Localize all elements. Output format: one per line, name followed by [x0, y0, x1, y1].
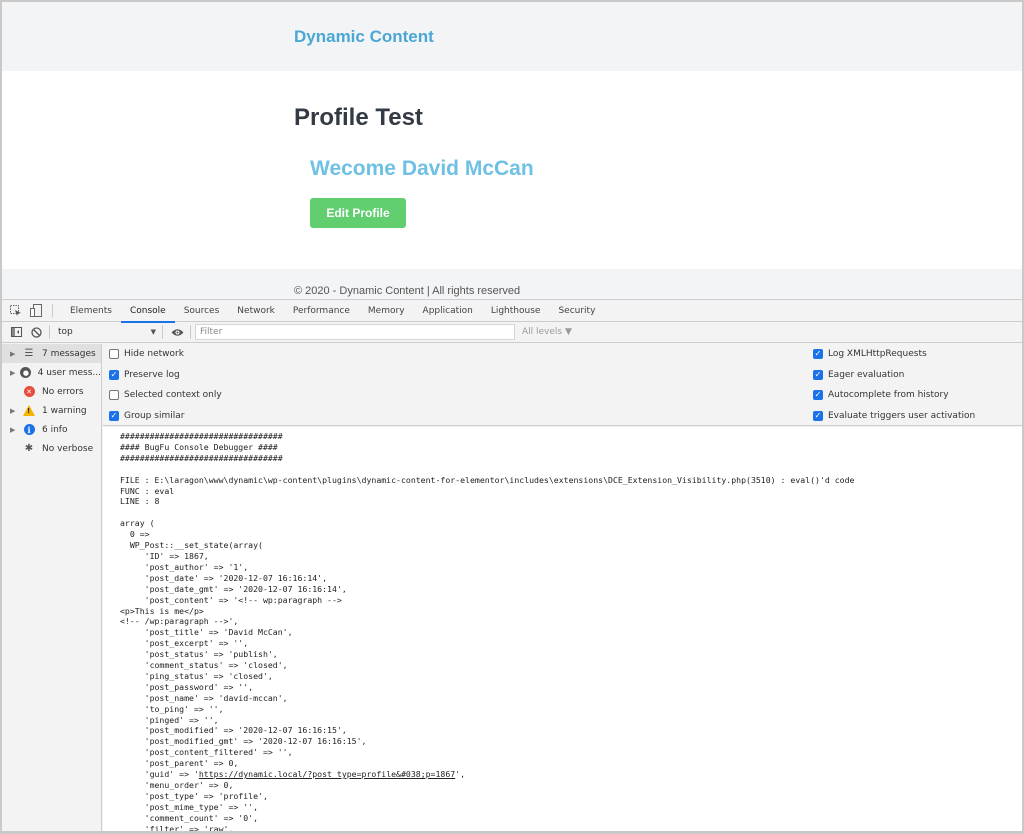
setting-hide-network[interactable]: Hide network — [109, 344, 222, 365]
checkbox-checked[interactable]: ✓ — [813, 390, 823, 401]
user-icon: ● — [19, 367, 32, 379]
tab-network[interactable]: Network — [228, 300, 284, 322]
expand-arrow-icon[interactable]: ▶ — [10, 350, 21, 358]
toolbar-separator — [162, 325, 163, 339]
footer-copyright: © 2020 - Dynamic Content | All rights re… — [294, 285, 521, 297]
checkbox-unchecked[interactable] — [109, 390, 119, 401]
sidebar-item-user[interactable]: ▶ ● 4 user mess... — [2, 363, 101, 382]
setting-label: Hide network — [124, 349, 184, 360]
devtools-tabs: Elements Console Sources Network Performance… — [61, 300, 604, 323]
console-message: ################################# #### B… — [120, 431, 855, 834]
expand-arrow-icon[interactable]: ▶ — [10, 369, 19, 377]
setting-label: Group similar — [124, 410, 185, 421]
sidebar-item-warning[interactable]: ▶! 1 warning — [2, 401, 101, 420]
setting-preserve-log[interactable]: ✓ Preserve log — [109, 365, 222, 386]
dropdown-arrow-icon: ▼ — [150, 328, 156, 336]
checkbox-checked[interactable]: ✓ — [813, 349, 823, 360]
edit-profile-button[interactable]: Edit Profile — [310, 198, 406, 228]
checkbox-unchecked[interactable] — [109, 349, 119, 360]
sidebar-item-info[interactable]: ▶ i 6 info — [2, 420, 101, 439]
tab-lighthouse[interactable]: Lighthouse — [482, 300, 550, 322]
tabbar-separator — [52, 303, 53, 318]
sidebar-item-error[interactable]: ✕ No errors — [2, 382, 101, 401]
tab-application[interactable]: Application — [414, 300, 482, 322]
devtools-tabbar: Elements Console Sources Network Performance… — [2, 300, 1022, 323]
warning-icon: ! — [21, 405, 37, 417]
setting-autocomplete-from-history[interactable]: ✓ Autocomplete from history — [813, 385, 975, 406]
checkbox-checked[interactable]: ✓ — [109, 410, 119, 421]
setting-eager-evaluation[interactable]: ✓ Eager evaluation — [813, 365, 975, 386]
setting-label: Selected context only — [124, 390, 222, 401]
clear-console-icon[interactable] — [26, 321, 46, 343]
guid-link[interactable]: https://dynamic.local/?post_type=profile… — [199, 769, 455, 779]
setting-label: Autocomplete from history — [828, 390, 949, 401]
tab-security[interactable]: Security — [549, 300, 604, 322]
setting-group-similar[interactable]: ✓ Group similar — [109, 406, 222, 427]
tab-sources[interactable]: Sources — [175, 300, 229, 322]
sidebar-item-list[interactable]: ▶ ☰ 7 messages — [2, 344, 101, 363]
list-icon: ☰ — [24, 348, 34, 359]
toolbar-separator — [190, 325, 191, 339]
checkbox-checked[interactable]: ✓ — [109, 369, 119, 380]
context-value: top — [58, 327, 73, 337]
devtools-panel: Elements Console Sources Network Performance… — [2, 299, 1022, 834]
setting-label: Evaluate triggers user activation — [828, 410, 976, 421]
checkbox-checked[interactable]: ✓ — [813, 369, 823, 380]
context-selector[interactable]: top ▼ — [54, 324, 160, 340]
sidebar-item-label: No verbose — [42, 443, 94, 454]
checkbox-checked[interactable]: ✓ — [813, 410, 823, 421]
expand-arrow-icon[interactable]: ▶ — [10, 407, 21, 415]
page-title: Profile Test — [294, 104, 423, 131]
console-sidebar: ▶ ☰ 7 messages ▶ ● 4 user mess... ✕ No errors ▶!… — [2, 344, 102, 831]
site-main: Profile Test Wecome David McCan Edit Pro… — [2, 71, 1022, 269]
tab-memory[interactable]: Memory — [359, 300, 414, 322]
console-filter-input[interactable] — [195, 324, 515, 340]
show-sidebar-icon[interactable] — [6, 321, 26, 343]
expand-arrow-icon[interactable]: ▶ — [10, 426, 21, 434]
setting-label: Eager evaluation — [828, 369, 905, 380]
device-toolbar-icon[interactable] — [26, 300, 46, 322]
console-output[interactable]: ################################# #### B… — [103, 427, 1022, 834]
setting-label: Preserve log — [124, 369, 180, 380]
console-settings: Hide network ✓ Preserve log Selected contex… — [103, 344, 1022, 426]
tab-console[interactable]: Console — [120, 300, 175, 323]
browser-viewport: Dynamic Content Profile Test Wecome Davi… — [0, 0, 1024, 834]
setting-selected-context-only[interactable]: Selected context only — [109, 385, 222, 406]
tab-performance[interactable]: Performance — [284, 300, 359, 322]
bug-icon: ✱ — [24, 443, 34, 454]
console-toolbar: top ▼ All levels ▼ — [2, 322, 1022, 343]
live-expression-eye-icon[interactable] — [167, 321, 187, 343]
sidebar-item-label: 7 messages — [42, 348, 96, 359]
toolbar-separator — [49, 325, 50, 339]
setting-label: Log XMLHttpRequests — [828, 349, 927, 360]
site-brand-link[interactable]: Dynamic Content — [294, 27, 434, 47]
sidebar-item-bug[interactable]: ✱ No verbose — [2, 439, 101, 458]
site-header: Dynamic Content — [2, 2, 1022, 71]
setting-evaluate-triggers-user-activation[interactable]: ✓ Evaluate triggers user activation — [813, 406, 975, 427]
sidebar-item-label: No errors — [42, 386, 84, 397]
sidebar-item-label: 1 warning — [42, 405, 87, 416]
log-levels-dropdown[interactable]: All levels ▼ — [522, 327, 572, 337]
settings-left-column: Hide network ✓ Preserve log Selected contex… — [109, 344, 222, 426]
sidebar-item-label: 6 info — [42, 424, 68, 435]
info-icon: i — [21, 424, 37, 436]
site-footer: © 2020 - Dynamic Content | All rights re… — [2, 269, 1022, 300]
setting-log-xmlhttprequests[interactable]: ✓ Log XMLHttpRequests — [813, 344, 975, 365]
settings-right-column: ✓ Log XMLHttpRequests ✓ Eager evaluation ✓ Au… — [813, 344, 975, 426]
tab-elements[interactable]: Elements — [61, 300, 121, 322]
sidebar-item-label: 4 user mess... — [37, 367, 101, 378]
inspect-element-icon[interactable] — [6, 300, 26, 322]
error-icon: ✕ — [21, 386, 37, 398]
welcome-heading: Wecome David McCan — [310, 157, 534, 180]
